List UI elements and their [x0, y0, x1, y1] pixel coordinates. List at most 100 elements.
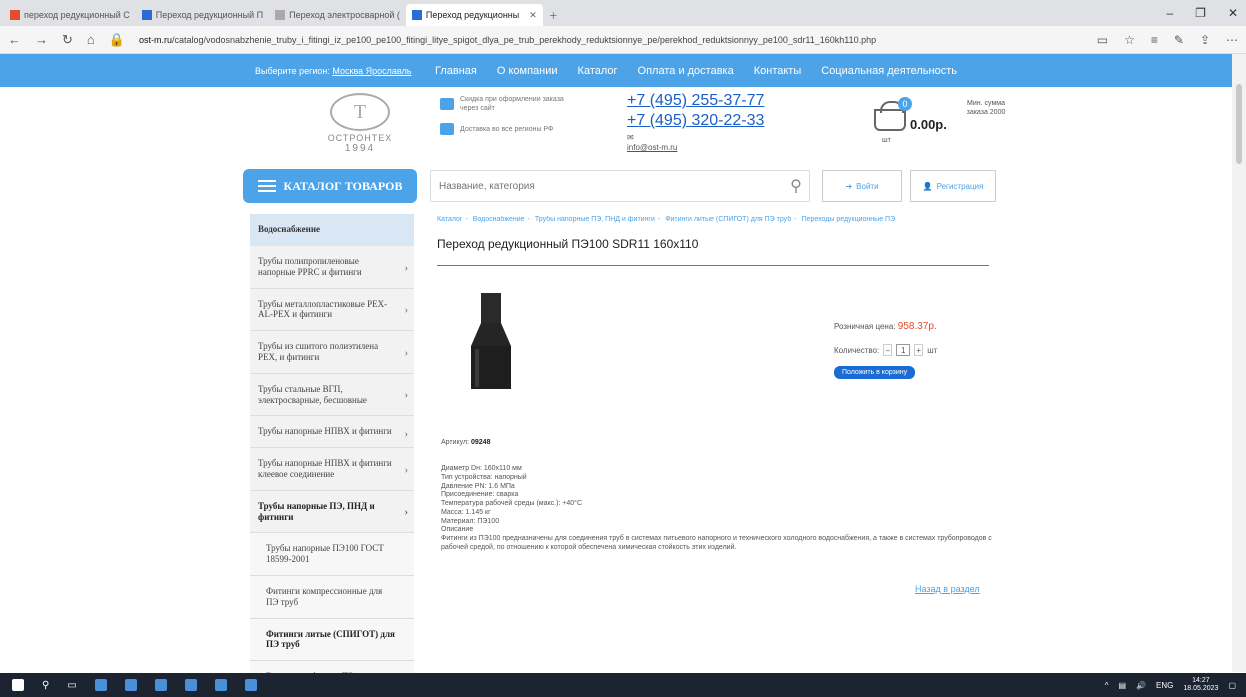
breadcrumb: Каталог - Водоснабжение - Трубы напорные П…	[437, 216, 896, 223]
maximize-icon[interactable]: ❐	[1195, 6, 1206, 20]
phone-2[interactable]: +7 (495) 320-22-33	[627, 111, 764, 131]
favorite-star-icon[interactable]: ☆	[1124, 33, 1135, 47]
browser-tab-strip: переход редукционный С Переход редукцион…	[0, 0, 1246, 26]
sidebar-item[interactable]: Фитинги литые (СПИГОТ) для ПЭ труб	[250, 618, 414, 662]
header-info: Скидка при оформлении заказа через сайт …	[440, 95, 580, 145]
browser-tab-2[interactable]: Переход редукционный П	[136, 4, 269, 26]
chevron-right-icon: ›	[404, 428, 408, 440]
share-icon[interactable]: ⇪	[1200, 33, 1210, 47]
favicon-icon	[141, 10, 152, 20]
volume-icon[interactable]: 🔊	[1136, 681, 1146, 690]
network-icon[interactable]: ▤	[1119, 681, 1127, 690]
browser-tab-3[interactable]: Переход электросварной (	[269, 4, 406, 26]
chevron-right-icon: ›	[404, 390, 408, 402]
page-scrollbar[interactable]	[1232, 54, 1246, 672]
app-icon[interactable]	[184, 679, 197, 691]
contact-phones: +7 (495) 255-37-77 +7 (495) 320-22-33 ✉ …	[627, 91, 764, 153]
nav-contacts[interactable]: Контакты	[754, 65, 802, 77]
add-to-cart-button[interactable]: Положить в корзину	[834, 366, 916, 379]
window-controls: – ❐ ✕	[1166, 6, 1238, 20]
phone-1[interactable]: +7 (495) 255-37-77	[627, 91, 764, 111]
divider	[437, 265, 989, 266]
edge-icon[interactable]	[124, 679, 137, 691]
cart-min-sum: Мин. сумма заказа 2000	[966, 100, 1006, 117]
catalog-sidebar: Водоснабжение Трубы полипропиленовые нап…	[250, 214, 414, 674]
close-window-icon[interactable]: ✕	[1228, 6, 1238, 20]
tray-chevron-icon[interactable]: ^	[1105, 681, 1109, 690]
nav-payment[interactable]: Оплата и доставка	[638, 65, 734, 77]
task-view-icon[interactable]: ▭	[67, 680, 76, 691]
clock[interactable]: 14:27 18.05.2023	[1183, 677, 1218, 692]
url-field[interactable]: ost-m.ru/catalog/vodosnabzhenie_truby_i_…	[139, 35, 1083, 45]
cart-widget[interactable]: 0 0.00р. Мин. сумма заказа 2000 шт	[870, 95, 1020, 155]
qty-input[interactable]: 1	[896, 344, 911, 356]
region-selector[interactable]: Выберите регион: Москва Ярославль	[255, 66, 435, 76]
favicon-icon	[275, 10, 286, 20]
chevron-right-icon: ›	[404, 507, 408, 519]
notifications-icon[interactable]: ▢	[1228, 681, 1236, 690]
favorites-icon[interactable]: ≡	[1151, 33, 1158, 47]
back-to-section-link[interactable]: Назад в раздел	[915, 584, 980, 594]
browser-tab-1[interactable]: переход редукционный С	[4, 4, 136, 26]
sidebar-item[interactable]: Трубы напорные ПЭ, ПНД и фитинги ›	[250, 491, 414, 534]
cart-pcs: шт	[882, 137, 891, 144]
address-bar: ← → ↻ ⌂ 🔒 ost-m.ru/catalog/vodosnabzheni…	[0, 26, 1246, 54]
search-icon[interactable]: ⚲	[783, 176, 809, 196]
language-indicator[interactable]: ENG	[1156, 681, 1173, 690]
basket-icon	[874, 101, 906, 131]
cart-total: 0.00р.	[910, 117, 947, 132]
sidebar-item[interactable]: Трубы напорные ПЭ100 ГОСТ 18599-2001	[250, 533, 414, 576]
login-icon: ➔	[845, 181, 853, 191]
product-image[interactable]	[461, 291, 521, 391]
search-icon[interactable]: ⚲	[42, 680, 49, 691]
nav-about[interactable]: О компании	[497, 65, 558, 77]
reading-view-icon[interactable]: ▭	[1097, 33, 1108, 47]
chevron-right-icon: ›	[404, 347, 408, 359]
browser-tab-active[interactable]: Переход редукционны ✕	[405, 4, 543, 26]
nav-catalog[interactable]: Каталог	[578, 65, 618, 77]
app-icon[interactable]	[244, 679, 257, 691]
more-icon[interactable]: ⋯	[1226, 33, 1238, 47]
quantity-stepper: Количество: – 1 + шт	[834, 344, 938, 356]
close-tab-icon[interactable]: ✕	[529, 10, 537, 21]
search-input[interactable]	[439, 180, 783, 192]
new-tab-button[interactable]: ＋	[543, 4, 564, 26]
system-tray: ^ ▤ 🔊 ENG 14:27 18.05.2023 ▢	[1105, 677, 1236, 692]
favicon-icon	[10, 10, 20, 20]
catalog-button[interactable]: КАТАЛОГ ТОВАРОВ	[243, 169, 417, 203]
email-link[interactable]: ✉ info@ost-m.ru	[627, 133, 764, 153]
price-box: Розничная цена: 958.37р. Количество: – 1…	[834, 321, 937, 379]
site-logo[interactable]: T ОСТРОНТЕХ 1994	[310, 93, 410, 154]
scroll-thumb[interactable]	[1236, 84, 1242, 164]
search-box: ⚲	[430, 170, 810, 202]
sidebar-item[interactable]: Фитинги компрессионные для ПЭ труб	[250, 575, 414, 619]
pen-icon[interactable]: ✎	[1174, 33, 1184, 47]
windows-start-icon[interactable]	[12, 679, 24, 691]
price-value: 958.37р.	[897, 321, 937, 332]
chevron-right-icon: ›	[404, 262, 408, 274]
sidebar-item[interactable]: Трубы напорные НПВХ и фитинги ›	[250, 416, 414, 449]
home-icon[interactable]: ⌂	[87, 32, 95, 47]
site-header: T ОСТРОНТЕХ 1994 Скидка при оформлении з…	[0, 87, 1246, 162]
app-icon[interactable]	[154, 679, 167, 691]
product-content: Каталог - Водоснабжение - Трубы напорные П…	[437, 216, 997, 594]
sidebar-item[interactable]: Трубы стальные ВГП, электросварные, бесш…	[250, 374, 414, 417]
app-icon[interactable]	[214, 679, 227, 691]
back-icon[interactable]: ←	[8, 32, 21, 47]
nav-home[interactable]: Главная	[435, 65, 477, 77]
sidebar-item[interactable]: Трубы металлопластиковые PEX-AL-PEX и фи…	[250, 289, 414, 332]
register-button[interactable]: 👤 Регистрация	[910, 170, 996, 202]
cart-count-badge: 0	[898, 97, 912, 111]
login-button[interactable]: ➔ Войти	[822, 170, 902, 202]
qty-minus-button[interactable]: –	[883, 344, 893, 356]
qty-plus-button[interactable]: +	[914, 344, 924, 356]
refresh-icon[interactable]: ↻	[62, 32, 73, 48]
minimize-icon[interactable]: –	[1166, 6, 1173, 20]
nav-social[interactable]: Социальная деятельность	[821, 65, 957, 77]
sidebar-heading[interactable]: Водоснабжение	[250, 214, 414, 246]
sidebar-item[interactable]: Трубы из сшитого полиэтилена PEX, и фити…	[250, 331, 414, 374]
forward-icon[interactable]: →	[35, 32, 48, 47]
explorer-icon[interactable]	[94, 679, 107, 691]
sidebar-item[interactable]: Трубы полипропиленовые напорные PPRC и ф…	[250, 246, 414, 289]
sidebar-item[interactable]: Трубы напорные НПВХ и фитинги клеевое со…	[250, 448, 414, 491]
